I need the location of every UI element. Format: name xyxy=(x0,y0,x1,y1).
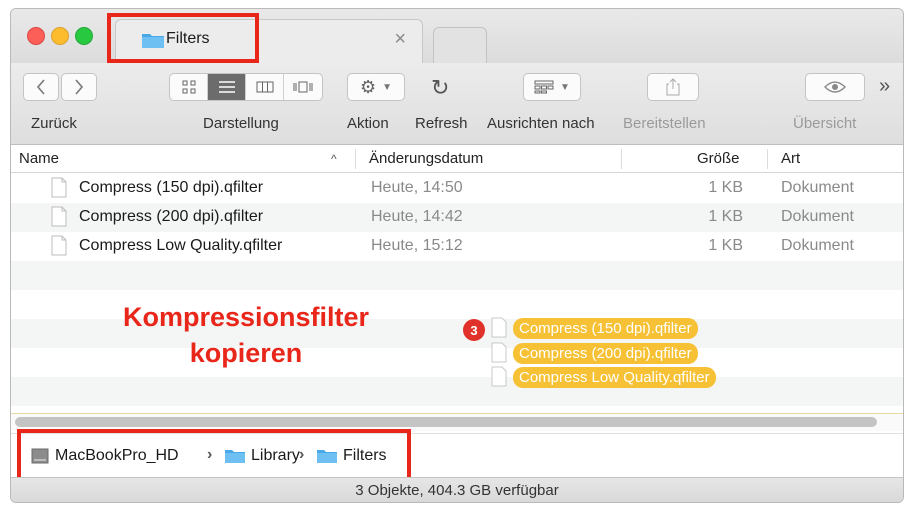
document-icon xyxy=(51,206,67,227)
document-icon xyxy=(491,342,507,363)
document-icon xyxy=(491,317,507,338)
file-date: Heute, 15:12 xyxy=(371,237,463,254)
empty-row xyxy=(11,377,903,406)
preview-label: Übersicht xyxy=(793,115,857,132)
back-label: Zurück xyxy=(31,115,77,132)
toolbar-overflow-button[interactable]: » xyxy=(879,75,890,98)
column-size[interactable]: Größe xyxy=(697,150,740,167)
share-label: Bereitstellen xyxy=(623,115,706,132)
annotation-line-2: kopieren xyxy=(189,338,303,368)
file-name: Compress (200 dpi).qfilter xyxy=(79,208,264,225)
action-label: Aktion xyxy=(347,115,389,132)
column-date[interactable]: Änderungsdatum xyxy=(369,150,483,167)
action-button[interactable]: ⚙ ▼ xyxy=(347,73,405,101)
file-kind: Dokument xyxy=(781,179,854,196)
zoom-window-button[interactable] xyxy=(75,27,93,45)
table-row[interactable]: Compress Low Quality.qfilter Heute, 15:1… xyxy=(11,232,903,261)
column-kind[interactable]: Art xyxy=(781,150,800,167)
table-row[interactable]: Compress (150 dpi).qfilter Heute, 14:50 … xyxy=(11,174,903,203)
share-button[interactable] xyxy=(647,73,699,101)
column-name[interactable]: Name xyxy=(19,150,59,167)
eye-icon xyxy=(824,81,846,93)
empty-row xyxy=(11,261,903,290)
icon-view-icon[interactable] xyxy=(170,74,208,100)
highlight-box-tab xyxy=(107,13,259,63)
share-icon xyxy=(666,78,680,96)
file-size: 1 KB xyxy=(708,208,743,225)
new-tab-button[interactable] xyxy=(433,27,487,63)
chevron-down-icon: ▼ xyxy=(382,81,393,93)
file-name: Compress (150 dpi).qfilter xyxy=(79,179,264,196)
document-icon xyxy=(51,177,67,198)
gear-icon: ⚙ xyxy=(359,76,377,97)
drag-item-label: Compress (200 dpi).qfilter xyxy=(513,343,698,364)
chevron-down-icon: ▼ xyxy=(560,81,570,93)
file-kind: Dokument xyxy=(781,208,854,225)
table-row[interactable]: Compress (200 dpi).qfilter Heute, 14:42 … xyxy=(11,203,903,232)
refresh-label: Refresh xyxy=(415,115,468,132)
instruction-annotation: Kompressionsfilter kopieren xyxy=(101,299,391,371)
arrange-icon xyxy=(534,80,554,94)
annotation-line-1: Kompressionsfilter xyxy=(122,302,370,332)
sort-ascending-icon: ^ xyxy=(331,152,337,166)
file-kind: Dokument xyxy=(781,237,854,254)
column-divider[interactable] xyxy=(355,149,356,169)
drag-item-label: Compress Low Quality.qfilter xyxy=(513,367,716,388)
chevron-left-icon xyxy=(36,79,45,95)
refresh-icon: ↻ xyxy=(431,75,450,100)
view-mode-control[interactable] xyxy=(169,73,323,101)
drag-count-badge: 3 xyxy=(463,319,485,341)
chevron-right-icon xyxy=(75,79,84,95)
close-window-button[interactable] xyxy=(27,27,45,45)
arrange-label: Ausrichten nach xyxy=(487,115,595,132)
toolbar: ⚙ ▼ ↻ ▼ » Zurück Darstellung Aktion Refr… xyxy=(11,63,903,145)
file-name: Compress Low Quality.qfilter xyxy=(79,237,283,254)
file-date: Heute, 14:50 xyxy=(371,179,463,196)
refresh-button[interactable]: ↻ xyxy=(431,75,449,101)
arrange-button[interactable]: ▼ xyxy=(523,73,581,101)
column-header-row: Name ^ Änderungsdatum Größe Art xyxy=(11,145,903,173)
column-view-icon[interactable] xyxy=(246,74,284,100)
column-divider[interactable] xyxy=(767,149,768,169)
column-divider[interactable] xyxy=(621,149,622,169)
horizontal-scrollbar[interactable] xyxy=(15,417,877,427)
list-view-icon[interactable] xyxy=(208,74,246,100)
document-icon xyxy=(51,235,67,256)
status-bar: 3 Objekte, 404.3 GB verfügbar xyxy=(11,477,903,502)
finder-window: Filters × ⚙ ▼ ↻ ▼ » Zurück Darstellung A… xyxy=(10,8,904,503)
minimize-window-button[interactable] xyxy=(51,27,69,45)
quicklook-button[interactable] xyxy=(805,73,865,101)
close-tab-icon[interactable]: × xyxy=(394,28,406,51)
file-list: Compress (150 dpi).qfilter Heute, 14:50 … xyxy=(11,174,903,414)
drag-item-label: Compress (150 dpi).qfilter xyxy=(513,318,698,339)
file-date: Heute, 14:42 xyxy=(371,208,463,225)
document-icon xyxy=(491,366,507,387)
cover-flow-icon[interactable] xyxy=(284,74,322,100)
forward-button[interactable] xyxy=(61,73,97,101)
view-label: Darstellung xyxy=(203,115,279,132)
back-button[interactable] xyxy=(23,73,59,101)
file-size: 1 KB xyxy=(708,237,743,254)
file-size: 1 KB xyxy=(708,179,743,196)
